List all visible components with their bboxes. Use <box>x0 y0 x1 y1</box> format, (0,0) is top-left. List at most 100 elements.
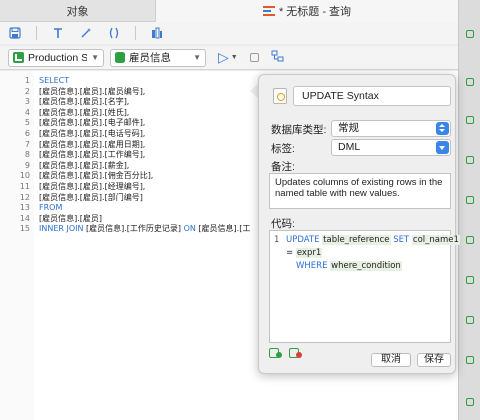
code-placeholder[interactable]: where_condition <box>330 261 402 271</box>
code-placeholder[interactable]: col_name1 <box>411 235 460 245</box>
sql-text: [雇员信息].[雇员].[部门编号] <box>39 192 143 202</box>
sql-text: [雇员信息].[雇员].[电话号码], <box>39 129 146 138</box>
toolbar-divider <box>135 26 136 40</box>
code-line: [雇员信息].[雇员].[名字], <box>39 96 129 107</box>
code-line: [雇员信息].[雇员].[雇用日期], <box>39 139 145 150</box>
sql-text: [雇员信息].[工 <box>195 224 251 234</box>
code-keyword: WHERE <box>296 261 328 271</box>
tab-objects[interactable]: 对象 <box>0 0 156 22</box>
snippet-code-editor[interactable]: 1 UPDATE table_reference SET col_name1 =… <box>269 230 460 343</box>
tag-select[interactable]: DML <box>331 139 451 156</box>
tag-label: 标签: <box>271 143 295 155</box>
object-icon[interactable] <box>466 316 474 324</box>
code-line-2: = expr1 <box>286 247 323 260</box>
popover-arrow <box>250 84 258 98</box>
code-placeholder[interactable]: expr1 <box>295 248 323 258</box>
tab-query[interactable]: * 无标题 - 查询 <box>156 0 458 22</box>
description-label: 备注: <box>271 161 295 173</box>
magic-wand-icon[interactable] <box>79 26 93 40</box>
code-line: INNER JOIN [雇员信息].[工作历史记录] ON [雇员信息].[工 <box>39 223 250 234</box>
code-line-3: WHERE where_condition <box>296 260 402 273</box>
object-icon[interactable] <box>466 236 474 244</box>
code-keyword: UPDATE <box>286 235 320 245</box>
remove-placeholder-icon[interactable] <box>289 346 302 358</box>
sql-text: [雇员信息].[雇员].[薪金], <box>39 160 130 170</box>
code-line: FROM <box>39 202 62 213</box>
object-icon[interactable] <box>466 276 474 284</box>
description-textarea[interactable]: Updates columns of existing rows in the … <box>269 173 451 209</box>
object-icon[interactable] <box>466 156 474 164</box>
sql-text: [雇员信息].[雇员].[雇员编号], <box>39 86 146 96</box>
object-icon[interactable] <box>466 356 474 364</box>
database-icon <box>115 52 125 63</box>
snippet-name-field[interactable]: UPDATE Syntax <box>293 86 451 106</box>
query-toolbar <box>0 22 458 44</box>
sql-keyword: SELECT <box>39 76 70 85</box>
code-line: [雇员信息].[雇员] <box>39 213 102 224</box>
line-number: 7 <box>24 139 30 149</box>
add-placeholder-icon[interactable] <box>269 346 282 358</box>
cancel-button[interactable]: 取消 <box>371 353 411 367</box>
line-number: 13 <box>19 203 30 213</box>
line-number: 14 <box>19 213 30 223</box>
sql-text: [雇员信息].[雇员].[工作编号], <box>39 150 146 160</box>
code-operator: = <box>286 248 294 258</box>
connection-label: Production Server <box>28 51 88 64</box>
sql-text: [雇员信息].[雇员].[电子邮件], <box>39 118 146 128</box>
tag-value: DML <box>338 141 361 153</box>
line-number: 15 <box>19 224 30 234</box>
connection-icon <box>13 52 24 63</box>
tab-query-label: * 无标题 - 查询 <box>278 6 352 18</box>
line-number: 10 <box>19 171 30 181</box>
code-line: [雇员信息].[雇员].[姓氏], <box>39 107 129 118</box>
sql-text: [雇员信息].[雇员].[雇用日期], <box>39 139 146 149</box>
format-icon[interactable] <box>51 26 65 40</box>
code-line-number: 1 <box>274 235 280 245</box>
line-number: 8 <box>24 150 30 160</box>
code-line: [雇员信息].[雇员].[雇员编号], <box>39 86 145 97</box>
brackets-icon[interactable] <box>107 26 121 40</box>
code-snippet-icon[interactable] <box>150 26 164 40</box>
right-side-panel <box>458 0 480 420</box>
code-line: [雇员信息].[雇员].[电子邮件], <box>39 117 145 128</box>
run-options-chevron-icon[interactable]: ▼ <box>231 54 238 61</box>
code-label: 代码: <box>271 218 295 230</box>
save-button[interactable]: 保存 <box>417 353 451 367</box>
save-icon[interactable] <box>8 26 22 40</box>
sql-text: [雇员信息].[雇员].[姓氏], <box>39 107 130 117</box>
connection-select[interactable]: Production Server ▼ <box>8 48 104 67</box>
sql-keyword: INNER JOIN <box>39 224 84 234</box>
tab-objects-label: 对象 <box>66 6 89 18</box>
code-line: [雇员信息].[雇员].[佣金百分比], <box>39 170 153 181</box>
object-icon[interactable] <box>466 30 474 38</box>
line-number: 3 <box>24 97 30 107</box>
line-number: 5 <box>24 118 30 128</box>
run-icon[interactable]: ▷ <box>218 49 229 66</box>
snippet-icon <box>273 88 287 104</box>
query-icon <box>262 6 275 16</box>
db-type-select[interactable]: 常规 <box>331 120 451 137</box>
code-line: [雇员信息].[雇员].[电话号码], <box>39 128 145 139</box>
object-icon[interactable] <box>466 78 474 86</box>
object-icon[interactable] <box>466 398 474 406</box>
stop-icon[interactable] <box>249 53 259 62</box>
line-number: 11 <box>19 182 30 191</box>
connection-bar: Production Server ▼ 雇员信息 ▼ ▷ ▼ <box>0 46 458 70</box>
sql-text: [雇员信息].[雇员] <box>39 213 103 223</box>
explain-icon[interactable] <box>271 50 284 65</box>
db-type-value: 常规 <box>338 122 359 134</box>
toolbar-divider <box>36 26 37 40</box>
db-type-label: 数据库类型: <box>271 124 327 136</box>
sql-keyword: FROM <box>39 203 63 213</box>
database-label: 雇员信息 <box>129 52 171 64</box>
object-icon[interactable] <box>466 196 474 204</box>
stepper-icon <box>436 122 449 135</box>
code-keyword: SET <box>393 235 410 245</box>
line-number: 12 <box>19 192 30 202</box>
tab-bar: 对象 * 无标题 - 查询 <box>0 0 458 22</box>
line-number: 4 <box>24 107 30 117</box>
database-select[interactable]: 雇员信息 ▼ <box>110 48 206 67</box>
code-line-1: UPDATE table_reference SET col_name1 <box>286 234 460 247</box>
object-icon[interactable] <box>466 116 474 124</box>
code-placeholder[interactable]: table_reference <box>322 235 391 245</box>
